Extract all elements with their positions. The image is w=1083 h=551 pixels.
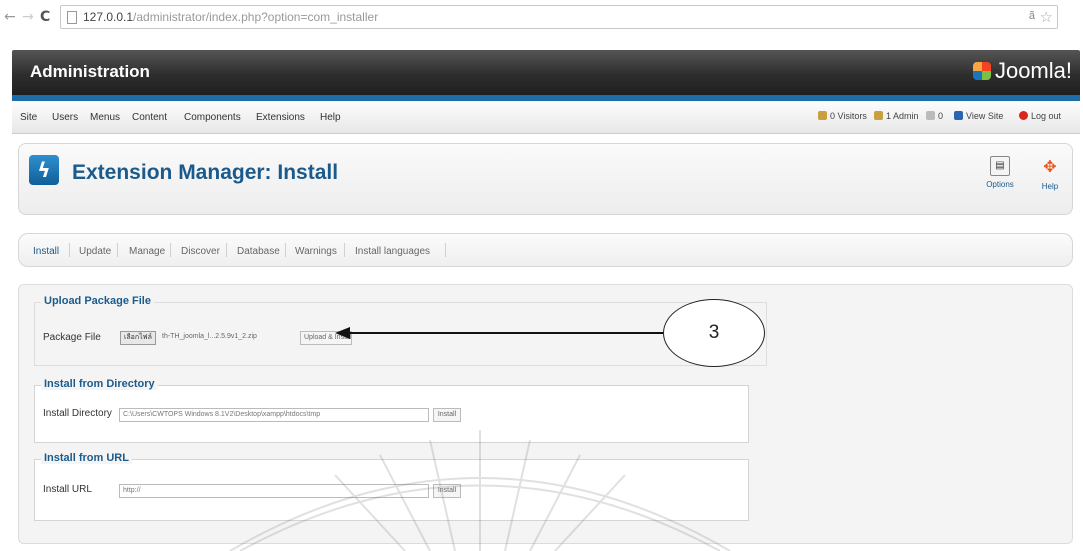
visitors-status: 0 Visitors <box>818 111 867 121</box>
messages-status[interactable]: 0 <box>926 111 943 121</box>
tab-divider <box>117 243 118 257</box>
tab-install[interactable]: Install <box>33 246 59 257</box>
install-url-legend: Install from URL <box>41 452 132 464</box>
menu-site[interactable]: Site <box>20 112 37 123</box>
users-icon <box>818 111 827 120</box>
logout-link[interactable]: Log out <box>1019 111 1061 121</box>
upload-install-button[interactable]: Upload & Install <box>300 331 352 345</box>
monitor-icon <box>954 111 963 120</box>
selected-file-name: th-TH_joomla_l...2.5.9v1_2.zip <box>162 333 257 340</box>
install-directory-input[interactable]: C:\Users\CWTOPS Windows 8.1V2\Desktop\xa… <box>119 408 429 422</box>
tab-divider <box>445 243 446 257</box>
back-icon[interactable]: ← <box>4 8 16 26</box>
admin-title: Administration <box>30 62 150 81</box>
admin-user-icon <box>874 111 883 120</box>
upload-package-legend: Upload Package File <box>41 295 154 307</box>
menu-components[interactable]: Components <box>184 112 241 123</box>
help-icon: ✥ <box>1043 157 1057 176</box>
tab-warnings[interactable]: Warnings <box>295 246 337 257</box>
menu-help[interactable]: Help <box>320 112 341 123</box>
page-icon <box>67 11 77 24</box>
menu-bar: Site Users Menus Content Components Exte… <box>12 101 1080 134</box>
mail-icon <box>926 111 935 120</box>
joomla-logo: Joomla! <box>972 58 1072 84</box>
menu-users[interactable]: Users <box>52 112 78 123</box>
install-directory-legend: Install from Directory <box>41 378 158 390</box>
reload-icon[interactable]: C <box>40 8 50 26</box>
menu-content[interactable]: Content <box>132 112 167 123</box>
install-directory-button[interactable]: Install <box>433 408 461 422</box>
install-url-input[interactable]: http:// <box>119 484 429 498</box>
options-button[interactable]: ▤ Options <box>982 156 1018 189</box>
install-url-fieldset: Install from URL Install URL http:// Ins… <box>34 452 749 521</box>
tab-divider <box>344 243 345 257</box>
upload-package-fieldset: Upload Package File Package File เลือกไฟ… <box>34 295 767 366</box>
page-title-panel: ϟ Extension Manager: Install ▤ Options ✥… <box>18 143 1073 215</box>
admin-status: 1 Admin <box>874 111 919 121</box>
tab-update[interactable]: Update <box>79 246 111 257</box>
bookmark-star-icon[interactable]: ☆ <box>1040 8 1053 26</box>
tab-install-languages[interactable]: Install languages <box>355 246 430 257</box>
admin-header: Administration Joomla! <box>12 50 1080 95</box>
submenu-tabs: Install Update Manage Discover Database … <box>18 233 1073 267</box>
menu-menus[interactable]: Menus <box>90 112 120 123</box>
tab-database[interactable]: Database <box>237 246 280 257</box>
annotation-callout: 3 <box>663 299 765 367</box>
browser-bar: ← → C 127.0.0.1/administrator/index.php?… <box>0 0 1083 40</box>
menu-extensions[interactable]: Extensions <box>256 112 305 123</box>
forward-icon[interactable]: → <box>22 8 34 26</box>
install-url-button[interactable]: Install <box>433 484 461 498</box>
install-directory-fieldset: Install from Directory Install Directory… <box>34 378 749 443</box>
joomla-logo-icon <box>972 62 991 80</box>
extension-manager-icon: ϟ <box>29 155 59 185</box>
package-file-label: Package File <box>43 332 101 343</box>
choose-file-button[interactable]: เลือกไฟล์ <box>120 331 156 345</box>
address-bar[interactable]: 127.0.0.1/administrator/index.php?option… <box>60 5 1058 29</box>
tab-manage[interactable]: Manage <box>129 246 165 257</box>
url-text: 127.0.0.1/administrator/index.php?option… <box>83 10 379 24</box>
page-title: Extension Manager: Install <box>72 161 339 184</box>
tab-divider <box>69 243 70 257</box>
power-icon <box>1019 111 1028 120</box>
translate-icon[interactable]: ã <box>1029 10 1035 22</box>
tab-divider <box>170 243 171 257</box>
tab-divider <box>285 243 286 257</box>
install-url-label: Install URL <box>43 484 92 495</box>
options-icon: ▤ <box>990 156 1010 176</box>
tab-divider <box>226 243 227 257</box>
tab-discover[interactable]: Discover <box>181 246 220 257</box>
help-button[interactable]: ✥ Help <box>1032 156 1068 191</box>
view-site-link[interactable]: View Site <box>954 111 1003 121</box>
install-directory-label: Install Directory <box>43 408 112 419</box>
